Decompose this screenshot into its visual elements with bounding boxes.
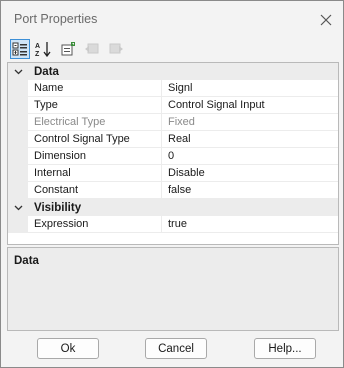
property-value[interactable]: Real bbox=[162, 131, 338, 148]
help-button[interactable]: Help... bbox=[254, 338, 316, 359]
window-title: Port Properties bbox=[14, 12, 98, 26]
description-pane: Data bbox=[7, 247, 339, 331]
close-button[interactable] bbox=[315, 9, 337, 31]
property-value[interactable]: Control Signal Input bbox=[162, 97, 338, 114]
property-name: Internal bbox=[28, 165, 162, 182]
chevron-down-icon bbox=[14, 69, 22, 74]
property-value[interactable]: Disable bbox=[162, 165, 338, 182]
property-name: Dimension bbox=[28, 148, 162, 165]
property-name: Electrical Type bbox=[28, 114, 162, 131]
row-gutter bbox=[8, 97, 28, 114]
close-icon bbox=[320, 14, 332, 26]
property-row-name[interactable]: Name Signl bbox=[8, 80, 338, 97]
chevron-down-icon bbox=[14, 205, 22, 210]
property-row-dimension[interactable]: Dimension 0 bbox=[8, 148, 338, 165]
row-gutter bbox=[8, 80, 28, 97]
alphabetical-sort-icon: A Z bbox=[35, 42, 51, 57]
svg-text:A: A bbox=[35, 43, 40, 50]
category-label: Data bbox=[34, 65, 59, 78]
collapse-toggle[interactable] bbox=[8, 63, 28, 80]
property-row-constant[interactable]: Constant false bbox=[8, 182, 338, 199]
forward-button[interactable] bbox=[106, 39, 126, 59]
alphabetical-sort-button[interactable]: A Z bbox=[34, 39, 54, 59]
row-gutter bbox=[8, 216, 28, 233]
property-value[interactable]: false bbox=[162, 182, 338, 199]
cancel-button[interactable]: Cancel bbox=[145, 338, 207, 359]
property-name: Name bbox=[28, 80, 162, 97]
property-pages-icon bbox=[61, 42, 75, 56]
property-value: Fixed bbox=[162, 114, 338, 131]
svg-text:Z: Z bbox=[35, 51, 40, 57]
row-gutter bbox=[8, 165, 28, 182]
property-name: Control Signal Type bbox=[28, 131, 162, 148]
collapse-toggle[interactable] bbox=[8, 199, 28, 216]
property-row-expression[interactable]: Expression true bbox=[8, 216, 338, 233]
category-visibility[interactable]: Visibility bbox=[8, 199, 338, 216]
property-pages-button[interactable] bbox=[58, 39, 78, 59]
port-properties-dialog: Port Properties A Z Data Name Signl Type… bbox=[0, 0, 344, 368]
property-value[interactable]: true bbox=[162, 216, 338, 233]
row-gutter bbox=[8, 114, 28, 131]
category-label: Visibility bbox=[34, 201, 82, 214]
categorized-view-button[interactable] bbox=[10, 39, 30, 59]
row-gutter bbox=[8, 131, 28, 148]
row-gutter bbox=[8, 148, 28, 165]
property-row-internal[interactable]: Internal Disable bbox=[8, 165, 338, 182]
ok-button[interactable]: Ok bbox=[37, 338, 99, 359]
categorized-view-icon bbox=[12, 42, 27, 56]
row-gutter bbox=[8, 182, 28, 199]
property-row-electrical-type: Electrical Type Fixed bbox=[8, 114, 338, 131]
property-name: Type bbox=[28, 97, 162, 114]
property-value[interactable]: Signl bbox=[162, 80, 338, 97]
category-data[interactable]: Data bbox=[8, 63, 338, 80]
property-row-type[interactable]: Type Control Signal Input bbox=[8, 97, 338, 114]
back-icon bbox=[85, 43, 99, 54]
property-grid: Data Name Signl Type Control Signal Inpu… bbox=[7, 62, 339, 245]
description-heading: Data bbox=[14, 255, 39, 267]
forward-icon bbox=[109, 43, 123, 54]
property-row-control-signal-type[interactable]: Control Signal Type Real bbox=[8, 131, 338, 148]
property-name: Expression bbox=[28, 216, 162, 233]
back-button[interactable] bbox=[82, 39, 102, 59]
title-bar: Port Properties bbox=[1, 1, 343, 37]
toolbar: A Z bbox=[7, 38, 339, 60]
property-value[interactable]: 0 bbox=[162, 148, 338, 165]
property-name: Constant bbox=[28, 182, 162, 199]
